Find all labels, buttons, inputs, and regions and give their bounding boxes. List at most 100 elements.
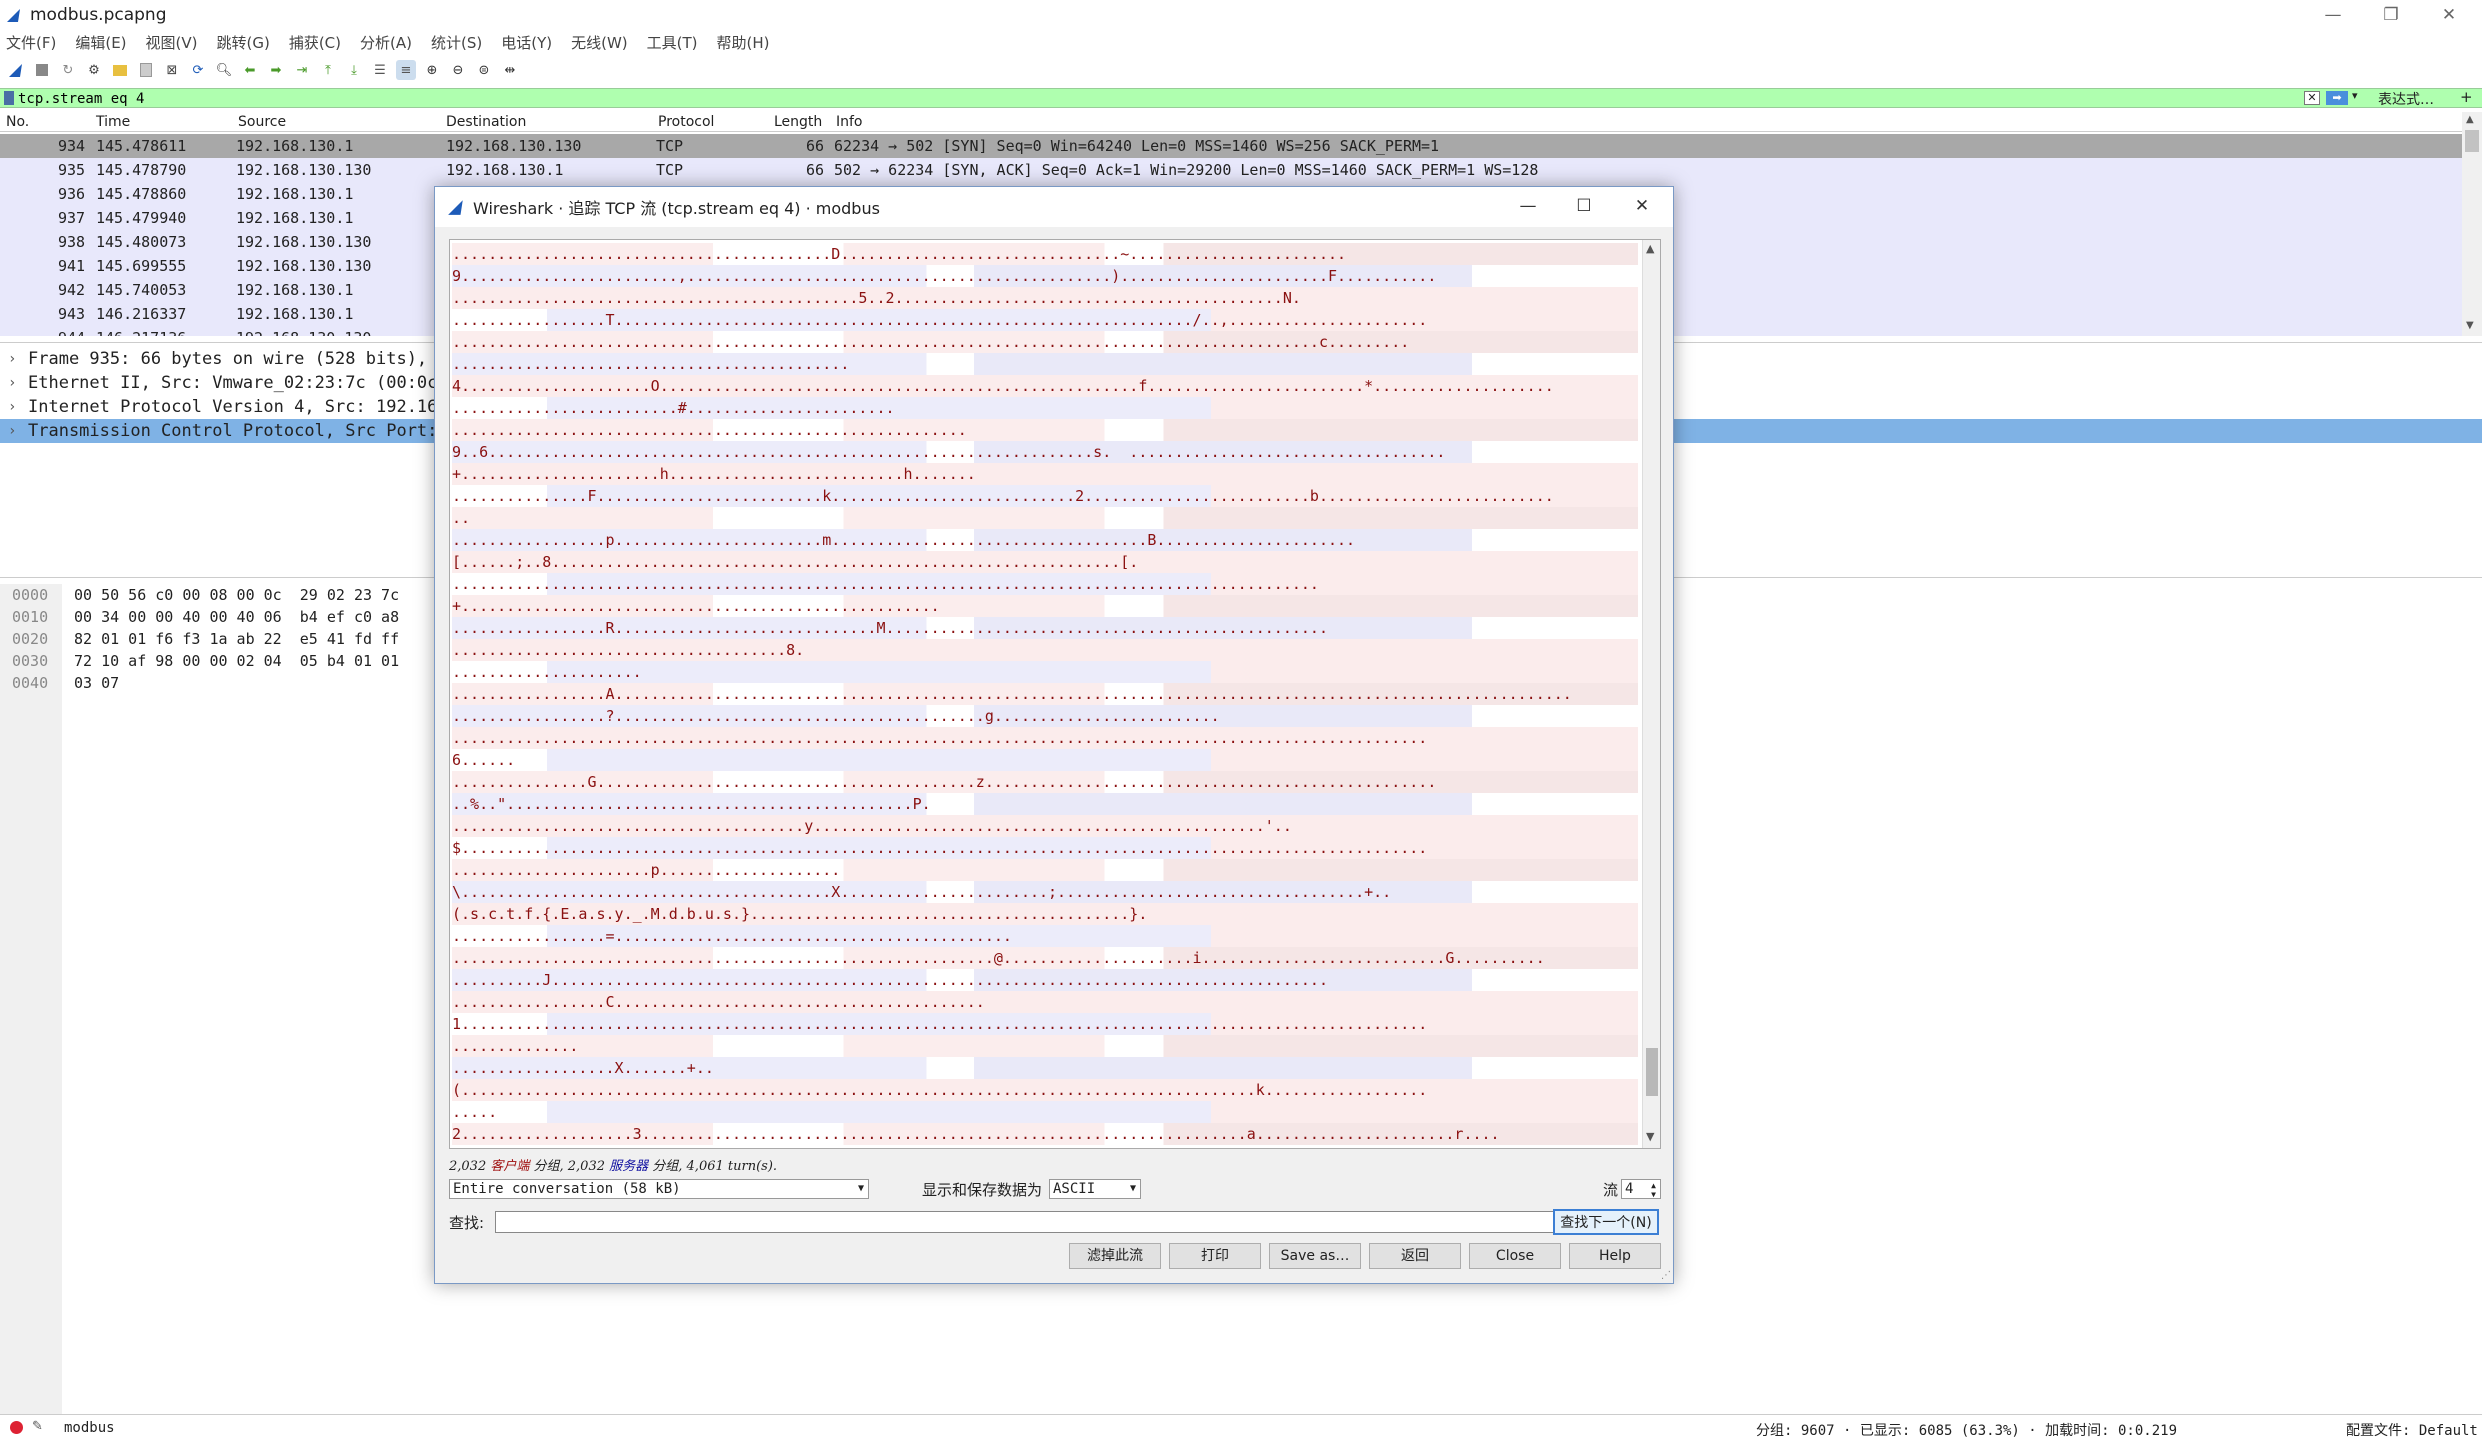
- menu-telephony[interactable]: 电话(Y): [501, 32, 552, 53]
- stream-line[interactable]: .................?......................…: [452, 705, 1638, 727]
- find-next-button[interactable]: 查找下一个(N): [1553, 1209, 1659, 1235]
- stream-line[interactable]: 2...................3...................…: [452, 1123, 1638, 1145]
- stream-line[interactable]: .....................: [452, 661, 1638, 683]
- stream-line[interactable]: ..................X.......+..: [452, 1057, 1638, 1079]
- go-back-icon[interactable]: ⬅: [240, 60, 260, 80]
- col-destination[interactable]: Destination: [446, 114, 526, 130]
- stream-line[interactable]: .....: [452, 1101, 1638, 1123]
- stream-line[interactable]: .................R......................…: [452, 617, 1638, 639]
- resize-grip-icon[interactable]: ⋰: [1661, 1270, 1671, 1281]
- edit-comment-icon[interactable]: ✎: [32, 1419, 43, 1434]
- close-window-button[interactable]: ✕: [2420, 0, 2478, 30]
- packet-row[interactable]: 935 145.478790 192.168.130.130 192.168.1…: [0, 158, 2462, 182]
- stream-line[interactable]: 9..6....................................…: [452, 441, 1638, 463]
- stream-line[interactable]: 6......: [452, 749, 1638, 771]
- byte-hex[interactable]: 00 34 00 00 40 00 40 06 b4 ef c0 a8: [74, 606, 399, 628]
- restart-capture-icon[interactable]: ↻: [58, 60, 78, 80]
- menu-file[interactable]: 文件(F): [6, 32, 56, 53]
- byte-hex[interactable]: 72 10 af 98 00 00 02 04 05 b4 01 01: [74, 650, 399, 672]
- show-as-select[interactable]: ASCII ▼: [1049, 1179, 1141, 1199]
- stream-line[interactable]: .................A......................…: [452, 683, 1638, 705]
- scroll-down-icon[interactable]: ▼: [2466, 320, 2474, 331]
- back-button[interactable]: 返回: [1369, 1243, 1461, 1269]
- dialog-minimize-button[interactable]: —: [1505, 191, 1551, 221]
- packet-list-scrollbar[interactable]: ▲ ▼: [2462, 112, 2482, 336]
- menu-edit[interactable]: 编辑(E): [75, 32, 126, 53]
- bookmark-icon[interactable]: [4, 91, 14, 105]
- apply-filter-icon[interactable]: ➡: [2326, 91, 2348, 105]
- byte-hex[interactable]: 82 01 01 f6 f3 1a ab 22 e5 41 fd ff: [74, 628, 399, 650]
- zoom-normal-icon[interactable]: ⊜: [474, 60, 494, 80]
- colorize-icon[interactable]: ≡: [396, 60, 416, 80]
- close-file-icon[interactable]: ⊠: [162, 60, 182, 80]
- capture-options-icon[interactable]: ⚙: [84, 60, 104, 80]
- menu-view[interactable]: 视图(V): [146, 32, 198, 53]
- stream-line[interactable]: ..............: [452, 1035, 1638, 1057]
- go-to-packet-icon[interactable]: ⇥: [292, 60, 312, 80]
- menu-statistics[interactable]: 统计(S): [431, 32, 482, 53]
- scroll-down-icon[interactable]: ▼: [1646, 1130, 1654, 1143]
- scrollbar-thumb[interactable]: [1646, 1048, 1658, 1096]
- reload-file-icon[interactable]: ⟳: [188, 60, 208, 80]
- stream-line[interactable]: 1.......................................…: [452, 1013, 1638, 1035]
- stream-line[interactable]: (.s.c.t.f.{.E.a.s.y._.M.d.b.u.s.}.......…: [452, 903, 1638, 925]
- stream-line[interactable]: ........................................…: [452, 947, 1638, 969]
- menu-help[interactable]: 帮助(H): [717, 32, 770, 53]
- scroll-up-icon[interactable]: ▲: [1646, 242, 1654, 255]
- menu-wireless[interactable]: 无线(W): [571, 32, 628, 53]
- col-source[interactable]: Source: [238, 114, 286, 130]
- stream-line[interactable]: ...............F........................…: [452, 485, 1638, 507]
- stream-line[interactable]: (.......................................…: [452, 1079, 1638, 1101]
- stream-line[interactable]: ..%.."..................................…: [452, 793, 1638, 815]
- stream-line[interactable]: +.......................................…: [452, 595, 1638, 617]
- save-as-button[interactable]: Save as…: [1269, 1243, 1361, 1269]
- stream-line[interactable]: ........................................…: [452, 287, 1638, 309]
- expression-button[interactable]: 表达式…: [2378, 89, 2434, 109]
- scroll-up-icon[interactable]: ▲: [2466, 114, 2474, 125]
- print-button[interactable]: 打印: [1169, 1243, 1261, 1269]
- stream-line[interactable]: ........................................…: [452, 243, 1638, 265]
- start-capture-icon[interactable]: [6, 60, 26, 80]
- col-time[interactable]: Time: [96, 114, 130, 130]
- menu-tools[interactable]: 工具(T): [647, 32, 698, 53]
- stop-capture-icon[interactable]: [32, 60, 52, 80]
- stream-line[interactable]: .......................................y…: [452, 815, 1638, 837]
- stream-content-area[interactable]: ........................................…: [449, 239, 1661, 1149]
- resize-columns-icon[interactable]: ⇹: [500, 60, 520, 80]
- clear-filter-icon[interactable]: ✕: [2304, 91, 2320, 105]
- menu-analyze[interactable]: 分析(A): [360, 32, 412, 53]
- go-forward-icon[interactable]: ➡: [266, 60, 286, 80]
- packet-row[interactable]: 934 145.478611 192.168.130.1 192.168.130…: [0, 134, 2462, 158]
- go-first-icon[interactable]: ⤒: [318, 60, 338, 80]
- open-file-icon[interactable]: [110, 60, 130, 80]
- zoom-out-icon[interactable]: ⊖: [448, 60, 468, 80]
- stream-line[interactable]: ........................................…: [452, 353, 1638, 375]
- minimize-button[interactable]: —: [2304, 0, 2362, 30]
- stream-number-spinbox[interactable]: 4 ▲ ▼: [1621, 1179, 1661, 1199]
- col-protocol[interactable]: Protocol: [658, 114, 714, 130]
- scrollbar-thumb[interactable]: [2465, 130, 2479, 152]
- stream-line[interactable]: 4.....................O.................…: [452, 375, 1638, 397]
- col-info[interactable]: Info: [836, 114, 863, 130]
- stream-line[interactable]: ..........J.............................…: [452, 969, 1638, 991]
- autoscroll-icon[interactable]: ☰: [370, 60, 390, 80]
- stream-line[interactable]: .................p......................…: [452, 529, 1638, 551]
- filter-history-dropdown-icon[interactable]: ▾: [2352, 89, 2358, 102]
- stream-line[interactable]: 9........................,..............…: [452, 265, 1638, 287]
- stream-line[interactable]: ......................p.................…: [452, 859, 1638, 881]
- byte-hex[interactable]: 00 50 56 c0 00 08 00 0c 29 02 23 7c: [74, 584, 399, 606]
- add-filter-button[interactable]: +: [2460, 88, 2473, 106]
- find-input[interactable]: [495, 1211, 1555, 1233]
- stream-line[interactable]: +......................h................…: [452, 463, 1638, 485]
- stream-line[interactable]: .................C......................…: [452, 991, 1638, 1013]
- stream-text[interactable]: ........................................…: [452, 243, 1638, 1145]
- stream-line[interactable]: .................=......................…: [452, 925, 1638, 947]
- zoom-in-icon[interactable]: ⊕: [422, 60, 442, 80]
- spin-arrows-icon[interactable]: ▲ ▼: [1651, 1181, 1656, 1199]
- stream-scrollbar[interactable]: ▲ ▼: [1642, 240, 1660, 1148]
- profile-status[interactable]: 配置文件: Default: [2346, 1420, 2478, 1440]
- stream-line[interactable]: ........................................…: [452, 573, 1638, 595]
- save-file-icon[interactable]: [136, 60, 156, 80]
- help-button[interactable]: Help: [1569, 1243, 1661, 1269]
- conversation-select[interactable]: Entire conversation (58 kB) ▼: [449, 1179, 869, 1199]
